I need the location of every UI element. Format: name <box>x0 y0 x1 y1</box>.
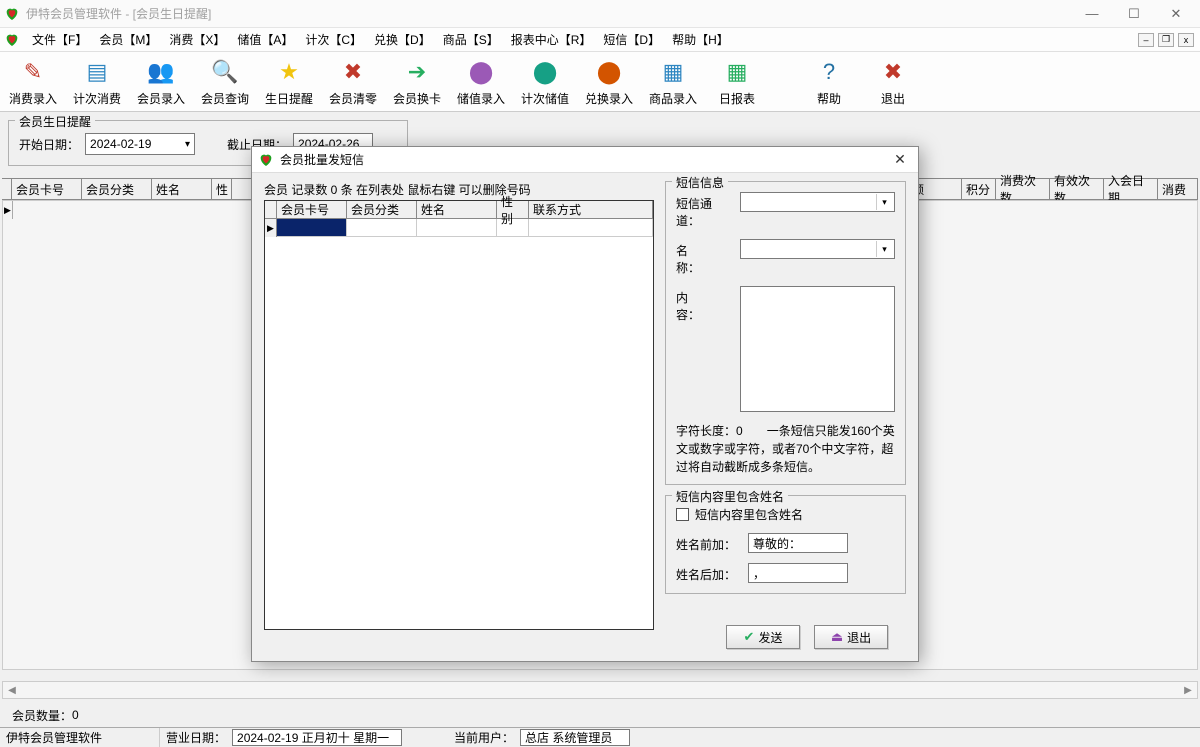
include-name-label: 短信内容里包含姓名 <box>695 506 803 523</box>
app-icon <box>4 6 20 22</box>
toolbar-btn-2[interactable]: 👥会员录入 <box>134 56 188 107</box>
toolbar-icon: ⬤ <box>465 56 497 88</box>
member-list-hint: 会员 记录数 0 条 在列表处 鼠标右键 可以删除号码 <box>264 181 654 198</box>
minimize-button[interactable]: — <box>1072 3 1112 25</box>
toolbar-icon: ? <box>813 56 845 88</box>
status-app-name: 伊特会员管理软件 <box>0 728 160 747</box>
char-count-note: 字符长度：0 一条短信只能发160个英文或数字或字符，或者70个中文字符，超过将… <box>676 422 895 476</box>
menu-file[interactable]: 文件【F】 <box>26 29 93 50</box>
toolbar-btn-13[interactable]: ✖退出 <box>866 56 920 107</box>
toolbar-icon: ➔ <box>401 56 433 88</box>
door-icon: ⏏ <box>831 629 843 645</box>
row-pointer-icon: ▶ <box>265 219 277 237</box>
dialog-icon <box>258 152 274 168</box>
mdi-close[interactable]: x <box>1178 33 1194 47</box>
toolbar-btn-0[interactable]: ✎消费录入 <box>6 56 60 107</box>
toolbar-btn-10[interactable]: ▦商品录入 <box>646 56 700 107</box>
toolbar-icon: ✖ <box>337 56 369 88</box>
name-include-panel: 短信内容里包含姓名 短信内容里包含姓名 姓名前加： 尊敬的： 姓名后加： ， <box>665 495 906 594</box>
close-button[interactable]: ✕ <box>1156 3 1196 25</box>
member-count-bar: 会员数量：0 <box>4 705 1196 725</box>
toolbar-icon: ✎ <box>17 56 49 88</box>
status-user-value: 总店 系统管理员 <box>520 729 630 746</box>
dialog-titlebar[interactable]: 会员批量发短信 ✕ <box>252 147 918 173</box>
status-biz-date-label: 营业日期： <box>160 728 232 747</box>
start-date-input[interactable]: 2024-02-19 ▾ <box>85 133 195 155</box>
bulk-sms-dialog: 会员批量发短信 ✕ 会员 记录数 0 条 在列表处 鼠标右键 可以删除号码 会员… <box>251 146 919 662</box>
filter-legend: 会员生日提醒 <box>15 113 95 130</box>
toolbar-btn-12[interactable]: ?帮助 <box>802 56 856 107</box>
member-list-table[interactable]: 会员卡号 会员分类 姓名 性别 联系方式 ▶ <box>264 200 654 630</box>
horizontal-scrollbar[interactable]: ◀ ▶ <box>2 681 1198 699</box>
name-prefix-input[interactable]: 尊敬的： <box>748 533 848 553</box>
toolbar-icon: ▦ <box>657 56 689 88</box>
table-row[interactable]: ▶ <box>265 219 653 237</box>
menu-member[interactable]: 会员【M】 <box>93 29 163 50</box>
toolbar-icon: ✖ <box>877 56 909 88</box>
row-indicator-icon: ▶ <box>3 201 13 219</box>
exit-button[interactable]: ⏏退出 <box>814 625 888 649</box>
start-date-label: 开始日期： <box>19 136 79 153</box>
toolbar-btn-4[interactable]: ★生日提醒 <box>262 56 316 107</box>
mdi-restore[interactable]: ❐ <box>1158 33 1174 47</box>
menubar: 文件【F】 会员【M】 消费【X】 储值【A】 计次【C】 兑换【D】 商品【S… <box>0 28 1200 52</box>
menu-product[interactable]: 商品【S】 <box>437 29 505 50</box>
sms-channel-select[interactable]: ▾ <box>740 192 895 212</box>
menu-count[interactable]: 计次【C】 <box>299 29 368 50</box>
menu-store[interactable]: 储值【A】 <box>231 29 299 50</box>
toolbar-btn-11[interactable]: ▦日报表 <box>710 56 764 107</box>
chevron-down-icon: ▾ <box>876 241 892 257</box>
status-user-label: 当前用户： <box>448 728 520 747</box>
toolbar-btn-3[interactable]: 🔍会员查询 <box>198 56 252 107</box>
sms-channel-label: 短信通道： <box>676 192 732 229</box>
maximize-button[interactable]: ☐ <box>1114 3 1154 25</box>
toolbar-icon: ⬤ <box>593 56 625 88</box>
sms-name-select[interactable]: ▾ <box>740 239 895 259</box>
toolbar: ✎消费录入▤计次消费👥会员录入🔍会员查询★生日提醒✖会员清零➔会员换卡⬤储值录入… <box>0 52 1200 112</box>
status-biz-date-value: 2024-02-19 正月初十 星期一 <box>232 729 402 746</box>
toolbar-icon: ▤ <box>81 56 113 88</box>
sms-info-panel: 短信信息 短信通道： ▾ 名 称： ▾ 内 容： 字符长度：0 一条短信只能发1… <box>665 181 906 485</box>
toolbar-icon: ★ <box>273 56 305 88</box>
toolbar-btn-5[interactable]: ✖会员清零 <box>326 56 380 107</box>
toolbar-btn-6[interactable]: ➔会员换卡 <box>390 56 444 107</box>
window-title: 伊特会员管理软件 - [会员生日提醒] <box>26 5 1072 22</box>
toolbar-icon: ⬤ <box>529 56 561 88</box>
toolbar-icon: ▦ <box>721 56 753 88</box>
mdi-minimize[interactable]: – <box>1138 33 1154 47</box>
toolbar-btn-9[interactable]: ⬤兑换录入 <box>582 56 636 107</box>
toolbar-btn-1[interactable]: ▤计次消费 <box>70 56 124 107</box>
toolbar-icon: 👥 <box>145 56 177 88</box>
menu-help[interactable]: 帮助【H】 <box>666 29 735 50</box>
menu-sms[interactable]: 短信【D】 <box>597 29 666 50</box>
toolbar-btn-8[interactable]: ⬤计次储值 <box>518 56 572 107</box>
scroll-left-icon[interactable]: ◀ <box>3 682 21 698</box>
menu-app-icon <box>4 32 20 48</box>
menu-report[interactable]: 报表中心【R】 <box>505 29 598 50</box>
scroll-right-icon[interactable]: ▶ <box>1179 682 1197 698</box>
chevron-down-icon: ▾ <box>185 139 190 150</box>
include-name-checkbox[interactable] <box>676 508 689 521</box>
sms-name-label: 名 称： <box>676 239 732 276</box>
menu-exchange[interactable]: 兑换【D】 <box>368 29 437 50</box>
titlebar: 伊特会员管理软件 - [会员生日提醒] — ☐ ✕ <box>0 0 1200 28</box>
check-icon: ✔ <box>744 629 755 645</box>
sms-content-label: 内 容： <box>676 286 732 323</box>
menu-consume[interactable]: 消费【X】 <box>163 29 231 50</box>
toolbar-icon: 🔍 <box>209 56 241 88</box>
toolbar-btn-7[interactable]: ⬤储值录入 <box>454 56 508 107</box>
chevron-down-icon: ▾ <box>876 194 892 210</box>
name-suffix-label: 姓名后加： <box>676 563 740 583</box>
status-bar: 伊特会员管理软件 营业日期： 2024-02-19 正月初十 星期一 当前用户：… <box>0 727 1200 747</box>
dialog-close-button[interactable]: ✕ <box>888 150 912 170</box>
sms-content-textarea[interactable] <box>740 286 895 412</box>
name-prefix-label: 姓名前加： <box>676 533 740 553</box>
name-suffix-input[interactable]: ， <box>748 563 848 583</box>
dialog-title: 会员批量发短信 <box>280 151 888 168</box>
send-button[interactable]: ✔发送 <box>726 625 800 649</box>
